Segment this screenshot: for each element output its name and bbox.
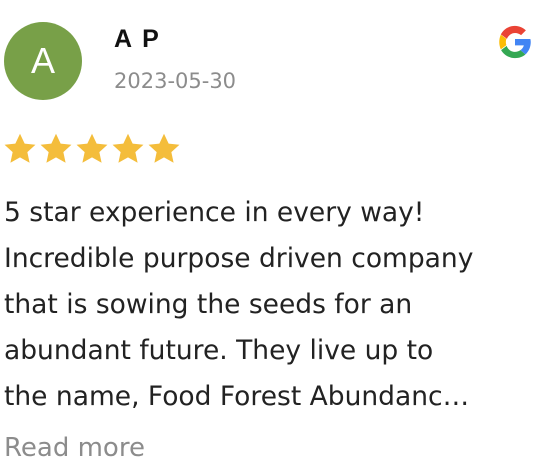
google-g-icon	[499, 25, 531, 59]
review-card: A A P 2023-05-30 5 star experience in ev…	[0, 0, 546, 472]
star-icon	[148, 133, 180, 163]
review-text-line: abundant future. They live up to	[4, 335, 434, 366]
avatar: A	[4, 22, 82, 100]
star-icon	[76, 133, 108, 163]
star-rating	[2, 131, 182, 167]
review-date: 2023-05-30	[114, 69, 237, 93]
review-text: 5 star experience in every way! Incredibl…	[4, 190, 542, 420]
review-text-line: 5 star experience in every way!	[4, 197, 425, 228]
review-text-line: Incredible purpose driven company	[4, 243, 474, 274]
star-icon	[4, 133, 36, 163]
star-icon	[40, 133, 72, 163]
star-icon	[112, 133, 144, 163]
reviewer-name: A P	[114, 25, 161, 53]
review-text-line: the name, Food Forest Abundanc…	[4, 381, 470, 412]
review-text-line: that is sowing the seeds for an	[4, 289, 413, 320]
read-more-link[interactable]: Read more	[4, 428, 145, 468]
avatar-initial: A	[30, 40, 55, 81]
